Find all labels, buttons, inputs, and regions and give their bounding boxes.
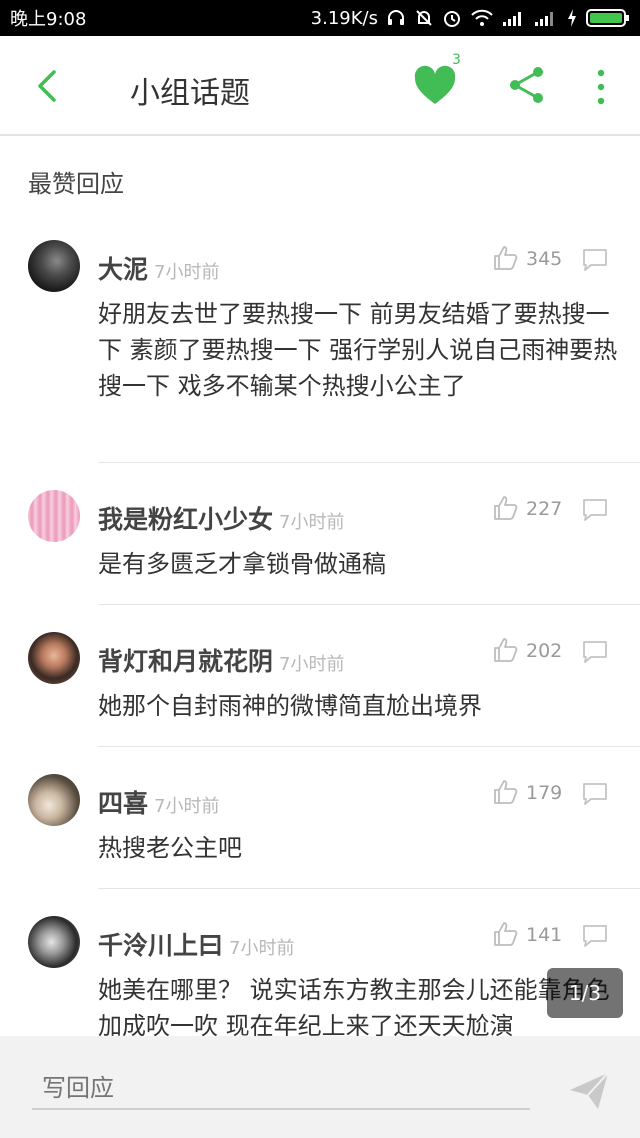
comment-time: 7小时前 [154, 796, 220, 817]
wifi-icon [471, 9, 493, 26]
reply-bubble-icon[interactable] [582, 640, 608, 664]
share-icon[interactable] [506, 64, 548, 106]
more-vertical-icon[interactable] [586, 66, 616, 108]
author-name[interactable]: 背灯和月就花阴 [98, 647, 273, 676]
comment-time: 7小时前 [154, 262, 220, 283]
page-indicator: 1/3 [547, 968, 623, 1018]
comment-author[interactable]: 四喜 7小时前 [98, 784, 219, 820]
like-count: 179 [526, 782, 563, 804]
page-title: 小组话题 [130, 76, 250, 111]
reply-bubble-icon[interactable] [582, 248, 608, 272]
avatar[interactable] [28, 490, 80, 542]
thumbs-up-icon[interactable] [492, 244, 520, 272]
signal-icon [503, 12, 521, 26]
status-time: 晚上9:08 [10, 9, 87, 30]
comment-text: 好朋友去世了要热搜一下 前男友结婚了要热搜一下 素颜了要热搜一下 强行学别人说自… [98, 300, 618, 400]
signal-2-icon [535, 12, 553, 26]
author-name[interactable]: 我是粉红小少女 [98, 505, 273, 534]
status-icons: 3.19K/s [311, 8, 630, 29]
thumbs-up-icon[interactable] [492, 636, 520, 664]
section-title: 最赞回应 [28, 170, 124, 198]
reply-bar [0, 1036, 640, 1138]
like-count: 345 [526, 248, 563, 270]
reply-bubble-icon[interactable] [582, 498, 608, 522]
headphones-icon [388, 10, 404, 25]
divider [98, 604, 640, 605]
reply-bubble-icon[interactable] [582, 782, 608, 806]
battery-icon [586, 9, 629, 27]
comment-time: 7小时前 [279, 512, 345, 533]
comment-time: 7小时前 [229, 938, 295, 959]
comment-time: 7小时前 [279, 654, 345, 675]
author-name[interactable]: 大泥 [98, 255, 148, 284]
author-name[interactable]: 四喜 [98, 789, 148, 818]
thumbs-up-icon[interactable] [492, 920, 520, 948]
avatar[interactable] [28, 916, 80, 968]
comment-text: 热搜老公主吧 [98, 834, 242, 862]
like-count: 227 [526, 498, 563, 520]
divider [98, 462, 640, 463]
divider [98, 888, 640, 889]
comment-text: 她那个自封雨神的微博简直尬出境界 [98, 692, 482, 720]
comment-author[interactable]: 大泥 7小时前 [98, 250, 219, 286]
mute-bell-icon [416, 10, 432, 26]
reply-input[interactable] [32, 1068, 530, 1110]
comment-text: 她美在哪里？ 说实话东方教主那会儿还能靠角色加成吹一吹 现在年纪上来了还天天尬演 [98, 976, 610, 1040]
comment-author[interactable]: 千泠川上曰 7小时前 [98, 926, 294, 962]
avatar[interactable] [28, 240, 80, 292]
favorite-count: 3 [452, 52, 461, 68]
comment-text: 是有多匮乏才拿锁骨做通稿 [98, 550, 386, 578]
avatar[interactable] [28, 774, 80, 826]
author-name[interactable]: 千泠川上曰 [98, 931, 223, 960]
alarm-icon [444, 11, 460, 27]
app-screen: 晚上9:08 3.19K/s 小组话题 3 最赞回应 大泥 7小时前 345 好… [0, 0, 640, 1138]
avatar[interactable] [28, 632, 80, 684]
status-bar: 晚上9:08 3.19K/s [0, 0, 640, 36]
like-count: 141 [526, 924, 563, 946]
thumbs-up-icon[interactable] [492, 494, 520, 522]
like-count: 202 [526, 640, 563, 662]
thumbs-up-icon[interactable] [492, 778, 520, 806]
back-arrow-icon[interactable] [26, 64, 70, 108]
comment-author[interactable]: 背灯和月就花阴 7小时前 [98, 642, 344, 678]
send-icon[interactable] [568, 1070, 610, 1112]
divider [98, 746, 640, 747]
app-bar: 小组话题 3 [0, 36, 640, 136]
reply-bubble-icon[interactable] [582, 924, 608, 948]
net-speed: 3.19K/s [310, 7, 378, 29]
heart-icon[interactable] [412, 64, 458, 110]
charging-icon [568, 9, 576, 27]
comment-author[interactable]: 我是粉红小少女 7小时前 [98, 500, 344, 536]
